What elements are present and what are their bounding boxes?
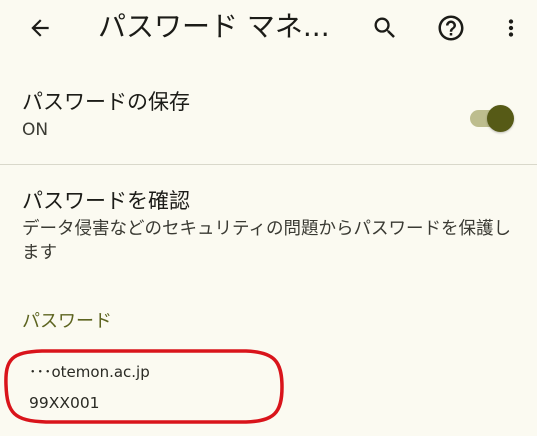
search-icon: [374, 17, 395, 38]
password-list-item[interactable]: ･･･otemon.ac.jp 99XX001: [8, 349, 283, 419]
check-passwords-title: パスワードを確認: [22, 189, 190, 213]
help-button[interactable]: [432, 9, 470, 47]
help-circle-icon: [438, 15, 464, 41]
toggle-thumb: [487, 105, 514, 132]
password-username: 99XX001: [29, 394, 100, 412]
check-passwords-description: データ侵害などのセキュリティの問題からパスワードを保護します: [22, 219, 511, 263]
more-vert-icon: [508, 19, 514, 37]
more-options-button[interactable]: [492, 9, 530, 47]
save-passwords-title: パスワードの保存: [22, 90, 190, 114]
save-passwords-toggle[interactable]: [470, 105, 516, 132]
save-passwords-status: ON: [22, 120, 49, 140]
app-bar: パスワード マネ...: [0, 0, 537, 58]
password-site: ･･･otemon.ac.jp: [29, 363, 150, 381]
arrow-back-icon: [31, 19, 49, 37]
check-passwords-item[interactable]: パスワードを確認 データ侵害などのセキュリティの問題からパスワードを保護します: [0, 183, 537, 273]
passwords-section-header: パスワード: [22, 311, 112, 332]
save-passwords-setting[interactable]: パスワードの保存 ON: [0, 80, 537, 164]
page-title: パスワード マネ...: [98, 10, 330, 43]
divider: [0, 164, 537, 165]
search-button[interactable]: [366, 9, 404, 47]
back-button[interactable]: [22, 10, 58, 46]
